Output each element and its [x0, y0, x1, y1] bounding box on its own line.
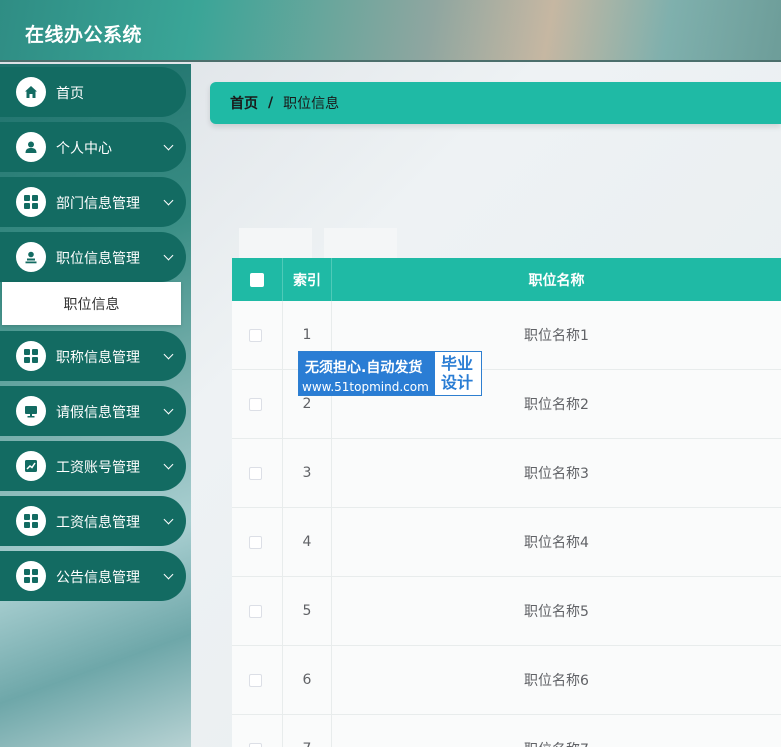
row-position-name: 职位名称5 [524, 604, 589, 620]
row-checkbox[interactable] [249, 536, 262, 549]
chevron-down-icon [163, 569, 174, 580]
breadcrumb: 首页 / 职位信息 [210, 82, 781, 124]
sidebar-item-department[interactable]: 部门信息管理 [0, 177, 186, 227]
sidebar-item-label: 工资信息管理 [56, 515, 140, 531]
table-row[interactable]: 7 职位名称7 [232, 715, 781, 747]
app-title: 在线办公系统 [25, 24, 143, 46]
sidebar-item-position[interactable]: 职位信息管理 [0, 232, 186, 282]
table-header: 索引 职位名称 [232, 258, 781, 301]
sidebar-item-salary-info[interactable]: 工资信息管理 [0, 496, 186, 546]
table-row[interactable]: 4 职位名称4 [232, 508, 781, 577]
sidebar-item-label: 部门信息管理 [56, 196, 140, 212]
table-row[interactable]: 5 职位名称5 [232, 577, 781, 646]
row-checkbox[interactable] [249, 743, 262, 747]
chevron-down-icon [163, 514, 174, 525]
grid-icon [16, 187, 46, 217]
home-icon [16, 77, 46, 107]
sidebar-item-label: 请假信息管理 [56, 405, 140, 421]
row-checkbox[interactable] [249, 329, 262, 342]
sidebar-item-profile[interactable]: 个人中心 [0, 122, 186, 172]
row-position-name: 职位名称3 [524, 466, 589, 482]
breadcrumb-current: 职位信息 [283, 96, 340, 112]
sidebar-item-leave[interactable]: 请假信息管理 [0, 386, 186, 436]
row-index: 6 [282, 646, 332, 714]
breadcrumb-separator: / [268, 95, 274, 111]
monitor-icon [16, 396, 46, 426]
person-badge-icon [16, 242, 46, 272]
row-index: 5 [282, 577, 332, 645]
data-table: 索引 职位名称 1 职位名称1 2 职位名称2 3 职位名称3 4 职位名称4 … [232, 258, 781, 747]
table-row[interactable]: 6 职位名称6 [232, 646, 781, 715]
column-header-name: 职位名称 [528, 272, 585, 289]
column-header-index: 索引 [282, 258, 332, 301]
row-position-name: 职位名称4 [524, 535, 589, 551]
sidebar-item-home[interactable]: 首页 [0, 67, 186, 117]
sidebar: 首页 个人中心 部门信息管理 职位信息管理 职位信息 职称信息管理 请假信息管理… [0, 64, 191, 747]
chevron-down-icon [163, 349, 174, 360]
sidebar-item-label: 职称信息管理 [56, 350, 140, 366]
sidebar-item-label: 首页 [56, 86, 84, 102]
row-checkbox[interactable] [249, 674, 262, 687]
chevron-down-icon [163, 459, 174, 470]
watermark-line2: www.51topmind.com [302, 380, 429, 394]
toolbar-button-placeholder[interactable] [324, 228, 397, 258]
watermark-badge-line2: 设计 [441, 373, 474, 392]
watermark-banner: 无须担心.自动发货 www.51topmind.com 毕业 设计 [298, 351, 482, 396]
watermark-text: 无须担心.自动发货 www.51topmind.com [299, 352, 435, 395]
sidebar-item-salary-account[interactable]: 工资账号管理 [0, 441, 186, 491]
row-checkbox[interactable] [249, 605, 262, 618]
row-index: 4 [282, 508, 332, 576]
grid-icon [16, 561, 46, 591]
row-checkbox[interactable] [249, 467, 262, 480]
breadcrumb-home[interactable]: 首页 [230, 93, 258, 113]
row-position-name: 职位名称6 [524, 673, 589, 689]
grid-icon [16, 506, 46, 536]
watermark-badge-line1: 毕业 [441, 354, 474, 373]
chart-icon [16, 451, 46, 481]
chevron-down-icon [163, 250, 174, 261]
chevron-down-icon [163, 404, 174, 415]
grid-icon [16, 341, 46, 371]
top-header: 在线办公系统 [0, 0, 781, 62]
sidebar-item-label: 工资账号管理 [56, 460, 140, 476]
row-index: 3 [282, 439, 332, 507]
select-all-checkbox[interactable] [250, 273, 264, 287]
user-icon [16, 132, 46, 162]
watermark-badge: 毕业 设计 [435, 352, 481, 395]
table-row[interactable]: 3 职位名称3 [232, 439, 781, 508]
sidebar-item-title[interactable]: 职称信息管理 [0, 331, 186, 381]
watermark-line1: 无须担心.自动发货 [305, 360, 423, 376]
sidebar-item-notice[interactable]: 公告信息管理 [0, 551, 186, 601]
chevron-down-icon [163, 140, 174, 151]
sidebar-item-label: 公告信息管理 [56, 570, 140, 586]
chevron-down-icon [163, 195, 174, 206]
sidebar-item-label: 职位信息管理 [56, 251, 140, 267]
row-checkbox[interactable] [249, 398, 262, 411]
sidebar-item-label: 个人中心 [56, 141, 112, 157]
row-index: 7 [282, 715, 332, 747]
submenu-item-position-info[interactable]: 职位信息 [2, 282, 181, 325]
toolbar-button-placeholder[interactable] [239, 228, 312, 258]
row-position-name: 职位名称7 [332, 715, 781, 747]
